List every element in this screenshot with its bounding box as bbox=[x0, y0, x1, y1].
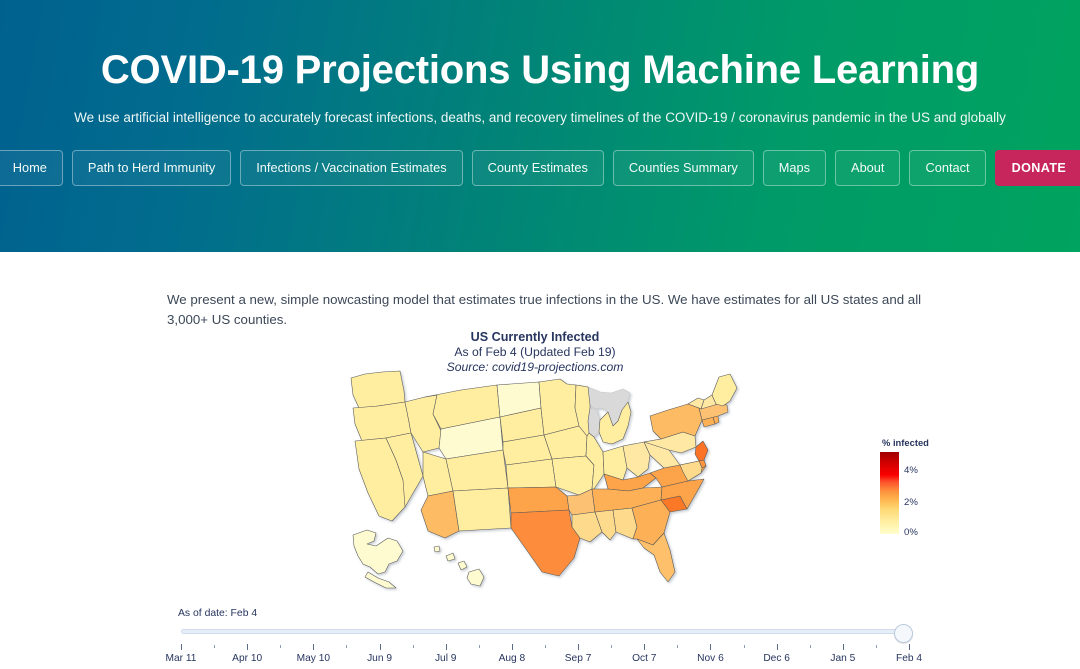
legend-tick-1: 2% bbox=[904, 497, 918, 508]
nav-item-home[interactable]: Home bbox=[0, 150, 63, 186]
region-OH[interactable] bbox=[622, 441, 651, 478]
nav-item-label: Counties Summary bbox=[628, 159, 738, 175]
slider-tick-major bbox=[644, 644, 646, 650]
nav-item-label: County Estimates bbox=[487, 159, 588, 175]
slider-tick-major bbox=[710, 644, 712, 650]
slider-tick-major bbox=[313, 644, 315, 650]
slider-tick-label: Jul 9 bbox=[434, 653, 457, 664]
map-title: US Currently Infected bbox=[470, 330, 600, 344]
slider-tick-label: Sep 7 bbox=[564, 653, 592, 664]
page-title: COVID-19 Projections Using Machine Learn… bbox=[100, 48, 980, 92]
slider-tick-minor bbox=[214, 645, 216, 648]
slider-tick-label: Aug 8 bbox=[498, 653, 526, 664]
region-TX[interactable] bbox=[510, 509, 581, 577]
nav-item-label: Contact bbox=[925, 159, 970, 175]
slider-tick-label: Dec 6 bbox=[763, 653, 790, 664]
region-AK[interactable] bbox=[352, 529, 404, 589]
nav-item-donate[interactable]: DONATE bbox=[994, 150, 1080, 186]
slider-tick-label: May 10 bbox=[296, 653, 331, 664]
region-OK[interactable] bbox=[507, 486, 570, 514]
slider-tick-label: Oct 7 bbox=[632, 653, 657, 664]
region-HI-3[interactable] bbox=[457, 560, 468, 571]
legend-tick-0: 4% bbox=[904, 465, 918, 476]
region-HI-2[interactable] bbox=[445, 552, 456, 562]
legend-body: 4% 2% 0% bbox=[880, 452, 960, 538]
region-WA[interactable] bbox=[350, 370, 406, 409]
slider-tick-major bbox=[511, 644, 513, 650]
slider-tick-major bbox=[247, 644, 249, 650]
slider-tick-label: Nov 6 bbox=[697, 653, 724, 664]
slider-tick-major bbox=[181, 644, 182, 650]
slider-axis: Mar 11 Apr 10 May 10 Jun 9 Jul 9 Aug 8 Sep 7 Oc… bbox=[166, 644, 922, 669]
slider-tick-major bbox=[445, 644, 447, 650]
legend-tick-2: 0% bbox=[904, 527, 918, 538]
slider-tick-minor bbox=[611, 645, 613, 648]
nav-item-label: Maps bbox=[778, 159, 811, 175]
nav-item-contact[interactable]: Contact bbox=[909, 150, 986, 186]
slider-tick-major bbox=[909, 644, 910, 650]
nav-item-label: Path to Herd Immunity bbox=[87, 159, 216, 175]
slider-tick-label: Feb 4 bbox=[895, 653, 923, 664]
region-NJ[interactable] bbox=[694, 440, 709, 462]
region-NM[interactable] bbox=[452, 487, 512, 532]
slider-tick-label: Jan 5 bbox=[830, 653, 856, 664]
slider-tick-minor bbox=[478, 645, 480, 648]
region-NY[interactable] bbox=[649, 403, 703, 440]
slider-tick-major bbox=[776, 644, 778, 650]
nav-item-about[interactable]: About bbox=[835, 150, 901, 186]
slider-tick-label: Mar 11 bbox=[165, 653, 197, 664]
region-lake-michigan bbox=[587, 407, 601, 438]
slider-tick-minor bbox=[677, 645, 679, 648]
us-map-svg bbox=[350, 370, 738, 589]
nav-item-infections-vaccination-estimates[interactable]: Infections / Vaccination Estimates bbox=[240, 150, 463, 186]
nav-item-label: DONATE bbox=[1011, 160, 1067, 175]
slider-tick-major bbox=[842, 644, 844, 650]
slider-date-label: As of date: Feb 4 bbox=[178, 608, 258, 619]
legend-tick-labels: 4% 2% 0% bbox=[904, 452, 956, 538]
nav-item-label: About bbox=[851, 159, 885, 175]
nav-item-county-estimates[interactable]: County Estimates bbox=[471, 150, 604, 186]
slider-handle[interactable] bbox=[894, 624, 913, 643]
nav-item-path-to-herd-immunity[interactable]: Path to Herd Immunity bbox=[71, 150, 232, 186]
slider-tick-label: Apr 10 bbox=[232, 653, 263, 664]
us-infection-map-figure: US Currently Infected As of Feb 4 (Updat… bbox=[0, 330, 1080, 620]
nav-item-counties-summary[interactable]: Counties Summary bbox=[612, 150, 754, 186]
page-subtitle: We use artificial intelligence to accura… bbox=[74, 110, 1006, 125]
region-AZ[interactable] bbox=[420, 490, 460, 539]
slider-tick-minor bbox=[875, 645, 877, 648]
date-slider-section: As of date: Feb 4 Mar 11 Apr 10 May 10 Jun … bbox=[0, 604, 1080, 669]
region-ME[interactable] bbox=[711, 373, 738, 407]
slider-tick-minor bbox=[412, 645, 414, 648]
slider-tick-label: Jun 9 bbox=[367, 653, 392, 664]
slider-tick-major bbox=[379, 644, 381, 650]
region-MN[interactable] bbox=[538, 378, 580, 436]
map-legend: % infected 4% 2% 0% bbox=[880, 437, 960, 538]
slider-track[interactable] bbox=[181, 629, 909, 634]
slider-tick-minor bbox=[346, 645, 348, 648]
intro-paragraph: We present a new, simple nowcasting mode… bbox=[167, 292, 922, 328]
slider-tick-major bbox=[578, 644, 580, 650]
site-header: COVID-19 Projections Using Machine Learn… bbox=[0, 0, 1080, 252]
slider-tick-minor bbox=[545, 645, 546, 648]
nav-item-maps[interactable]: Maps bbox=[762, 150, 827, 186]
nav-item-label: Infections / Vaccination Estimates bbox=[256, 159, 447, 175]
legend-title: % infected bbox=[882, 437, 929, 448]
legend-colorbar bbox=[880, 452, 899, 534]
slider-tick-minor bbox=[809, 645, 811, 648]
region-HI[interactable] bbox=[433, 545, 441, 553]
slider-tick-minor bbox=[280, 645, 282, 648]
map-subtitle: As of Feb 4 (Updated Feb 19) bbox=[454, 345, 616, 359]
main-navigation: Home Path to Herd Immunity Infections / Va… bbox=[0, 150, 1080, 186]
nav-item-label: Home bbox=[12, 159, 47, 175]
region-HI-4[interactable] bbox=[466, 568, 485, 587]
slider-tick-minor bbox=[743, 645, 745, 648]
choropleth-map[interactable] bbox=[330, 362, 750, 594]
date-slider[interactable] bbox=[181, 624, 913, 643]
